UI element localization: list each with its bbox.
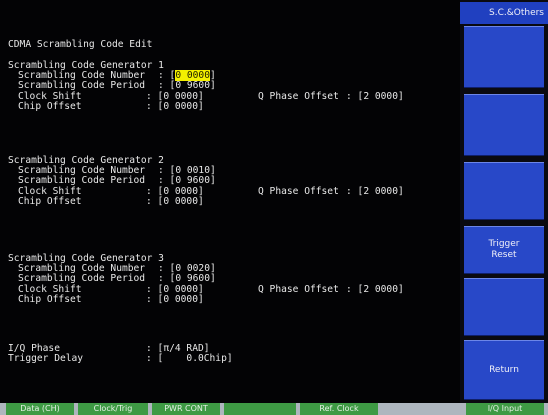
generator-3-chip-value[interactable]: : [0 0000]: [146, 294, 204, 306]
menu-title-tab[interactable]: S.C.&Others: [460, 2, 548, 24]
trigger-delay-value[interactable]: : [ 0.0Chip]: [146, 353, 233, 365]
tab-ref-clock[interactable]: Ref. Clock: [300, 403, 378, 415]
softkey-panel: Trigger Reset Return: [460, 0, 548, 403]
generator-1-q-value[interactable]: : [2 0000]: [346, 91, 404, 103]
tab-empty[interactable]: [224, 403, 296, 415]
softkey-3[interactable]: [464, 162, 544, 220]
generator-3-chip-label: Chip Offset: [18, 294, 82, 305]
generator-1-q-label: Q Phase Offset: [258, 91, 339, 102]
generator-1-period-label: Scrambling Code Period: [18, 80, 146, 91]
generator-2-q-label: Q Phase Offset: [258, 186, 339, 197]
softkey-1[interactable]: [464, 26, 544, 88]
tab-iq-input[interactable]: I/Q Input: [466, 403, 544, 415]
generator-1-chip-label: Chip Offset: [18, 101, 82, 112]
generator-2-period-value[interactable]: : [0 9600]: [158, 175, 216, 187]
generator-3-period-value[interactable]: : [0 9600]: [158, 273, 216, 285]
generator-2-chip-value[interactable]: : [0 0000]: [146, 196, 204, 208]
trigger-delay-label: Trigger Delay: [8, 353, 84, 364]
generator-1-chip-value[interactable]: : [0 0000]: [146, 101, 204, 113]
page-title: CDMA Scrambling Code Edit: [8, 39, 153, 50]
generator-1-period-value[interactable]: : [0 9600]: [158, 80, 216, 92]
tab-data-ch[interactable]: Data (CH): [6, 403, 74, 415]
softkey-5[interactable]: [464, 278, 544, 336]
instrument-display: CDMA Scrambling Code Edit Scrambling Cod…: [0, 0, 548, 415]
generator-3-q-value[interactable]: : [2 0000]: [346, 284, 404, 296]
return-softkey[interactable]: Return: [464, 340, 544, 400]
generator-2-period-label: Scrambling Code Period: [18, 175, 146, 186]
generator-3-period-label: Scrambling Code Period: [18, 273, 146, 284]
generator-3-q-label: Q Phase Offset: [258, 284, 339, 295]
trigger-reset-softkey[interactable]: Trigger Reset: [464, 226, 544, 274]
tab-pwr-cont[interactable]: PWR CONT: [152, 403, 220, 415]
tab-clock-trig[interactable]: Clock/Trig: [78, 403, 148, 415]
softkey-2[interactable]: [464, 94, 544, 156]
generator-2-chip-label: Chip Offset: [18, 196, 82, 207]
edit-panel: CDMA Scrambling Code Edit Scrambling Cod…: [0, 0, 460, 403]
generator-2-q-value[interactable]: : [2 0000]: [346, 186, 404, 198]
